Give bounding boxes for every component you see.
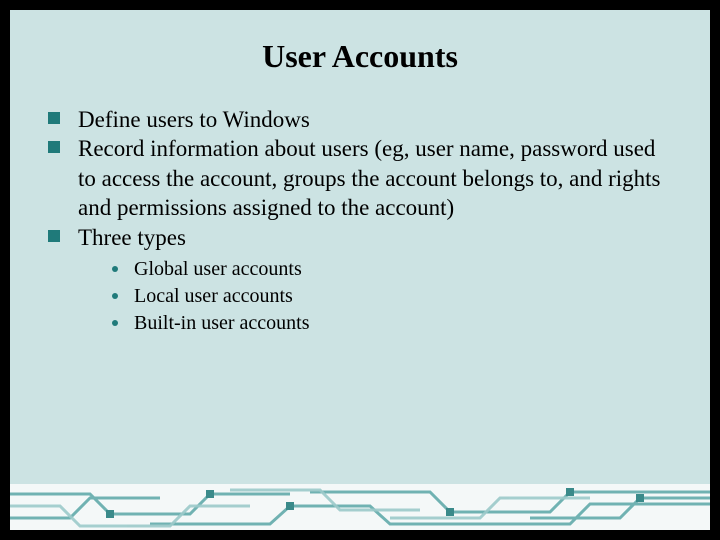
square-bullet-icon — [48, 141, 60, 153]
list-item-text: Built-in user accounts — [134, 312, 310, 334]
list-item-text: Define users to Windows — [78, 107, 310, 132]
bullet-list: Define users to Windows Record informati… — [48, 105, 672, 337]
dot-bullet-icon — [112, 266, 118, 272]
slide-footer-graphic — [10, 484, 710, 530]
square-bullet-icon — [48, 112, 60, 124]
list-item: Define users to Windows — [48, 105, 672, 134]
slide-title: User Accounts — [10, 38, 710, 75]
list-item: Built-in user accounts — [112, 310, 672, 337]
sub-bullet-list: Global user accounts Local user accounts… — [78, 256, 672, 337]
dot-bullet-icon — [112, 320, 118, 326]
list-item-text: Local user accounts — [134, 285, 293, 307]
list-item-text: Three types — [78, 225, 186, 250]
dot-bullet-icon — [112, 293, 118, 299]
slide-body: User Accounts Define users to Windows Re… — [10, 10, 710, 484]
list-item: Record information about users (eg, user… — [48, 134, 672, 222]
list-item: Three types Global user accounts Local u… — [48, 223, 672, 337]
list-item: Global user accounts — [112, 256, 672, 283]
list-item-text: Global user accounts — [134, 258, 302, 280]
slide-content: Define users to Windows Record informati… — [10, 105, 710, 337]
list-item: Local user accounts — [112, 283, 672, 310]
square-bullet-icon — [48, 230, 60, 242]
list-item-text: Record information about users (eg, user… — [78, 136, 661, 220]
slide-frame: User Accounts Define users to Windows Re… — [8, 8, 712, 532]
circuit-decoration-icon — [10, 484, 710, 530]
